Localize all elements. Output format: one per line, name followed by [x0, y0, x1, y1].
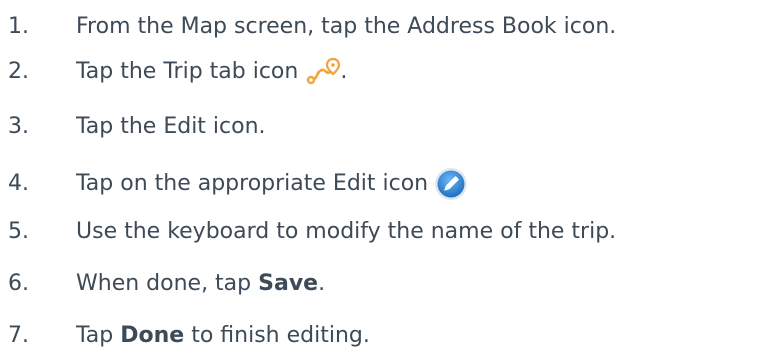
save-label: Save: [258, 271, 319, 296]
step-text-before: Tap: [76, 323, 121, 348]
pencil-edit-icon: [435, 168, 468, 200]
step-6: 6. When done, tap Save.: [0, 264, 325, 304]
step-text: Tap on the appropriate Edit icon: [76, 167, 468, 201]
step-text: Tap Done to finish editing.: [76, 325, 370, 347]
step-text-main: Tap the Trip tab icon: [76, 59, 299, 84]
step-text: Tap the Edit icon.: [76, 114, 266, 139]
step-number: 5.: [8, 219, 29, 244]
step-text-after: to finish editing.: [184, 323, 370, 348]
step-text: Tap the Trip tab icon .: [76, 57, 347, 87]
step-1: 1. From the Map screen, tap the Address …: [0, 7, 616, 47]
step-5: 5. Use the keyboard to modify the name o…: [0, 212, 616, 252]
step-number: 7.: [8, 323, 29, 348]
trip-route-icon: [307, 57, 341, 85]
step-3: 3. Tap the Edit icon.: [0, 107, 266, 147]
step-number: 4.: [8, 171, 29, 196]
done-label: Done: [120, 323, 185, 348]
step-number: 1.: [8, 14, 29, 39]
step-text-before: When done, tap: [76, 271, 259, 296]
step-2: 2. Tap the Trip tab icon .: [0, 52, 347, 92]
step-number: 2.: [8, 59, 29, 84]
step-text: When done, tap Save.: [76, 273, 325, 295]
step-4: 4. Tap on the appropriate Edit icon: [0, 164, 468, 204]
step-text: From the Map screen, tap the Address Boo…: [76, 14, 617, 39]
step-7: 7. Tap Done to finish editing.: [0, 316, 370, 356]
step-text-after: .: [340, 59, 348, 84]
step-text-main: Tap on the appropriate Edit icon: [76, 171, 429, 196]
step-number: 6.: [8, 271, 29, 296]
step-number: 3.: [8, 114, 29, 139]
step-text: Use the keyboard to modify the name of t…: [76, 219, 617, 244]
step-text-after: .: [318, 271, 326, 296]
instruction-steps-list: 1. From the Map screen, tap the Address …: [0, 0, 772, 362]
